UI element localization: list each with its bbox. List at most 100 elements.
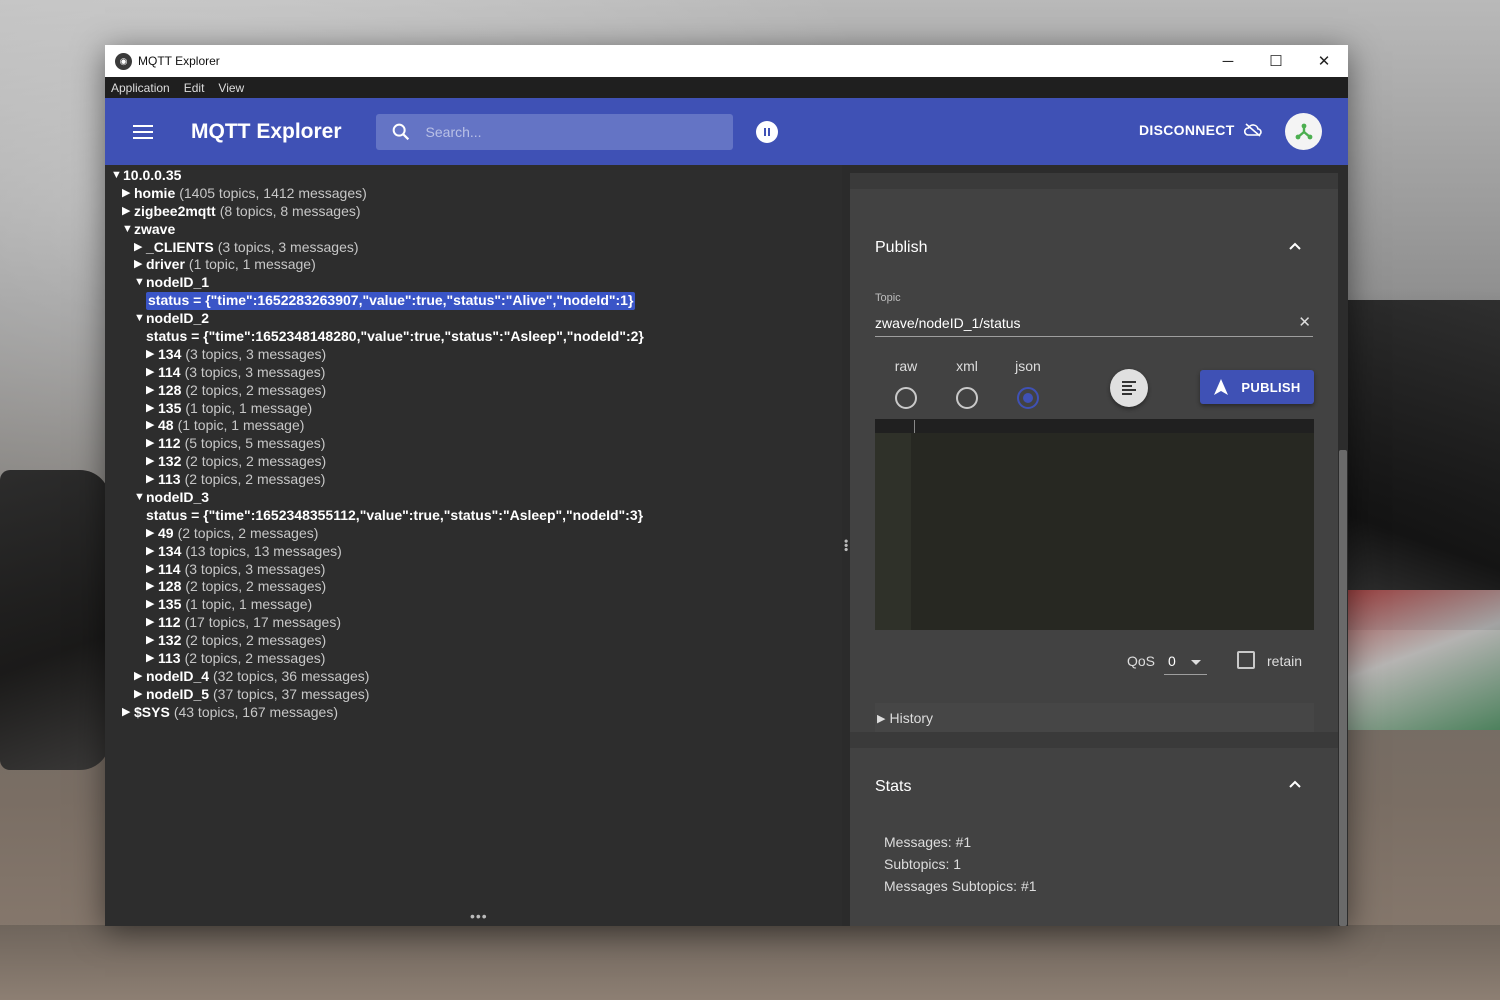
minimize-button[interactable]: ─ (1204, 45, 1252, 77)
collapsed-arrow-icon[interactable]: ▶ (122, 704, 134, 722)
tree-node[interactable]: ▶ 134 (3 topics, 3 messages) (105, 346, 842, 364)
tree-node-name: 10.0.0.35 (123, 167, 182, 183)
collapsed-arrow-icon[interactable]: ▶ (134, 668, 146, 686)
format-xml-radio[interactable] (956, 387, 978, 409)
tree-node[interactable]: ▶ nodeID_5 (37 topics, 37 messages) (105, 686, 842, 704)
tree-node[interactable]: ▼ nodeID_3 (105, 489, 842, 507)
expanded-arrow-icon[interactable]: ▼ (122, 221, 134, 239)
tree-node[interactable]: ▼ nodeID_2 (105, 310, 842, 328)
tree-resize-handle[interactable]: ••• (470, 908, 488, 924)
tree-node[interactable]: ▶ 113 (2 topics, 2 messages) (105, 650, 842, 668)
connection-avatar[interactable] (1285, 113, 1322, 150)
tree-node[interactable]: ▶ 128 (2 topics, 2 messages) (105, 578, 842, 596)
collapsed-arrow-icon[interactable]: ▶ (146, 453, 158, 471)
tree-node-name: nodeID_5 (146, 685, 210, 702)
tree-node[interactable]: ▶ homie (1405 topics, 1412 messages) (105, 185, 842, 203)
collapsed-arrow-icon[interactable]: ▶ (146, 382, 158, 400)
menu-icon[interactable] (133, 124, 153, 139)
format-raw-radio[interactable] (895, 387, 917, 409)
collapsed-arrow-icon[interactable]: ▶ (146, 561, 158, 579)
qos-select[interactable]: 0 (1164, 647, 1207, 675)
expanded-arrow-icon[interactable]: ▼ (111, 167, 123, 185)
title-bar[interactable]: ◉ MQTT Explorer ─ ☐ ✕ (105, 45, 1348, 77)
chevron-up-icon[interactable] (1288, 241, 1302, 251)
expanded-arrow-icon[interactable]: ▼ (134, 489, 146, 507)
tree-node[interactable]: ▶ 128 (2 topics, 2 messages) (105, 382, 842, 400)
topic-value[interactable]: status = {"time":1652348148280,"value":t… (146, 328, 644, 346)
collapsed-arrow-icon[interactable]: ▶ (146, 596, 158, 614)
details-scrollbar[interactable] (1339, 450, 1347, 926)
tree-node[interactable]: ▶ 135 (1 topic, 1 message) (105, 596, 842, 614)
topic-tree[interactable]: ▼ 10.0.0.35 ▶ homie (1405 topics, 1412 messa… (105, 165, 842, 926)
selected-topic-value[interactable]: status = {"time":1652283263907,"value":t… (146, 292, 636, 311)
pause-button[interactable] (755, 120, 778, 143)
tree-node[interactable]: ▶ 132 (2 topics, 2 messages) (105, 453, 842, 471)
collapsed-arrow-icon[interactable]: ▶ (146, 525, 158, 543)
expanded-arrow-icon[interactable]: ▼ (134, 310, 146, 328)
tree-value-row[interactable]: status = {"time":1652283263907,"value":t… (105, 292, 842, 311)
maximize-button[interactable]: ☐ (1252, 45, 1300, 77)
collapsed-arrow-icon[interactable]: ▶ (146, 400, 158, 418)
tree-node[interactable]: ▼ zwave (105, 221, 842, 239)
tree-node[interactable]: ▶ 113 (2 topics, 2 messages) (105, 471, 842, 489)
tree-node[interactable]: ▶ 48 (1 topic, 1 message) (105, 417, 842, 435)
topic-input[interactable]: zwave/nodeID_1/status ✕ (875, 309, 1313, 337)
tree-node[interactable]: ▶ 134 (13 topics, 13 messages) (105, 543, 842, 561)
collapsed-arrow-icon[interactable]: ▶ (146, 435, 158, 453)
tree-node[interactable]: ▼ nodeID_1 (105, 274, 842, 292)
topic-value[interactable]: status = {"time":1652348355112,"value":t… (146, 507, 643, 525)
collapsed-arrow-icon[interactable]: ▶ (146, 471, 158, 489)
collapsed-arrow-icon[interactable]: ▶ (134, 686, 146, 704)
publish-button[interactable]: PUBLISH (1200, 370, 1314, 404)
menu-edit[interactable]: Edit (184, 81, 205, 95)
collapsed-arrow-icon[interactable]: ▶ (134, 256, 146, 274)
format-json-radio[interactable] (1017, 387, 1039, 409)
collapsed-arrow-icon[interactable]: ▶ (146, 614, 158, 632)
history-expander[interactable]: ▶ History (875, 703, 1314, 733)
search-input[interactable] (425, 123, 716, 140)
collapsed-arrow-icon[interactable]: ▶ (146, 364, 158, 382)
format-json-button[interactable] (1110, 369, 1148, 407)
tree-node[interactable]: ▶ 114 (3 topics, 3 messages) (105, 364, 842, 382)
collapsed-arrow-icon[interactable]: ▶ (146, 578, 158, 596)
tree-node[interactable]: ▶ _CLIENTS (3 topics, 3 messages) (105, 239, 842, 257)
tree-node[interactable]: ▶ 135 (1 topic, 1 message) (105, 400, 842, 418)
expanded-arrow-icon[interactable]: ▼ (134, 274, 146, 292)
tree-node[interactable]: ▶ nodeID_4 (32 topics, 36 messages) (105, 668, 842, 686)
tree-node-count: (1 topic, 1 message) (177, 417, 305, 434)
chevron-up-icon[interactable] (1288, 779, 1302, 789)
collapsed-arrow-icon[interactable]: ▶ (146, 543, 158, 561)
tree-node[interactable]: ▶ 112 (17 topics, 17 messages) (105, 614, 842, 632)
tree-value-row[interactable]: status = {"time":1652348148280,"value":t… (105, 328, 842, 346)
tree-node[interactable]: ▶ 132 (2 topics, 2 messages) (105, 632, 842, 650)
collapsed-arrow-icon[interactable]: ▶ (134, 239, 146, 257)
pane-splitter[interactable]: ••• (839, 165, 853, 926)
collapsed-arrow-icon[interactable]: ▶ (122, 185, 134, 203)
tree-node[interactable]: ▼ 10.0.0.35 (105, 167, 842, 185)
search-box[interactable] (375, 113, 733, 150)
tree-node[interactable]: ▶ 112 (5 topics, 5 messages) (105, 435, 842, 453)
tree-node[interactable]: ▶ $SYS (43 topics, 167 messages) (105, 704, 842, 722)
tree-node-name: zwave (134, 220, 176, 237)
menu-application[interactable]: Application (111, 81, 170, 95)
tree-node-name: 134 (158, 542, 182, 559)
collapsed-arrow-icon[interactable]: ▶ (122, 203, 134, 221)
tree-node-count: (2 topics, 2 messages) (177, 524, 319, 541)
collapsed-arrow-icon[interactable]: ▶ (146, 632, 158, 650)
tree-node-name: nodeID_1 (146, 274, 210, 291)
menu-view[interactable]: View (218, 81, 244, 95)
tree-value-row[interactable]: status = {"time":1652348355112,"value":t… (105, 507, 842, 525)
tree-node[interactable]: ▶ 49 (2 topics, 2 messages) (105, 525, 842, 543)
tree-node[interactable]: ▶ 114 (3 topics, 3 messages) (105, 561, 842, 579)
retain-checkbox[interactable] (1237, 651, 1255, 669)
disconnect-button[interactable]: DISCONNECT (1139, 122, 1262, 138)
clear-icon[interactable]: ✕ (1298, 313, 1311, 331)
collapsed-arrow-icon[interactable]: ▶ (146, 650, 158, 668)
tree-node-name: 128 (158, 578, 182, 595)
collapsed-arrow-icon[interactable]: ▶ (146, 346, 158, 364)
tree-node[interactable]: ▶ driver (1 topic, 1 message) (105, 256, 842, 274)
tree-node[interactable]: ▶ zigbee2mqtt (8 topics, 8 messages) (105, 203, 842, 221)
close-button[interactable]: ✕ (1300, 45, 1348, 77)
payload-editor[interactable] (875, 419, 1314, 630)
collapsed-arrow-icon[interactable]: ▶ (146, 417, 158, 435)
